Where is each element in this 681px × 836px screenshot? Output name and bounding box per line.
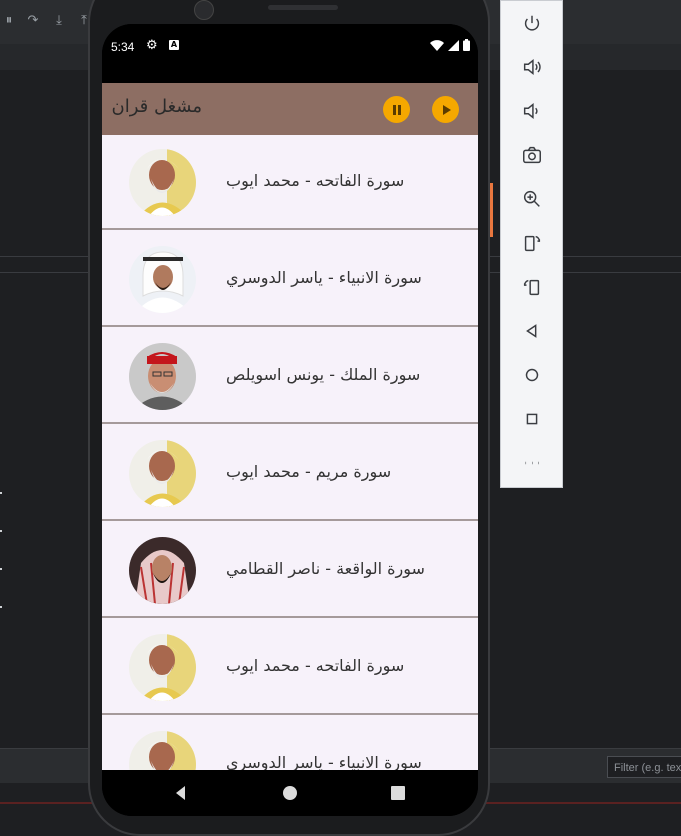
status-time: 5:34 [111, 40, 135, 54]
signal-icon [448, 39, 459, 51]
logcat-filter-input[interactable]: Filter (e.g. tex [607, 756, 681, 778]
ide-gutter-dot [0, 530, 2, 532]
ide-gutter-dot [0, 492, 2, 494]
ide-gutter-dot [0, 606, 2, 608]
pause-debug-icon[interactable]: ⏸ [2, 14, 16, 28]
settings-gear-icon: ⚙ [146, 38, 158, 53]
reciter-avatar [129, 343, 196, 410]
status-bar: 5:34 ⚙ A [102, 24, 478, 83]
nav-back-icon[interactable] [172, 784, 190, 802]
phone-screen: 5:34 ⚙ A مشغل قران سورة الفاتحه - محمد ا… [102, 24, 478, 816]
reciter-avatar [129, 440, 196, 507]
step-over-icon[interactable]: ↷ [26, 14, 40, 28]
step-into-icon[interactable]: ⤓ [52, 14, 66, 28]
reciter-avatar [129, 731, 196, 770]
reciter-avatar [129, 246, 196, 313]
track-list: سورة الفاتحه - محمد ايوب سورة الانبياء -… [102, 135, 478, 770]
track-label: سورة الفاتحه - محمد ايوب [226, 656, 405, 675]
back-icon[interactable] [517, 316, 547, 346]
overview-icon[interactable] [517, 404, 547, 434]
reciter-avatar [129, 634, 196, 701]
zoom-icon[interactable] [517, 184, 547, 214]
track-label: سورة الفاتحه - محمد ايوب [226, 171, 405, 190]
volume-down-icon[interactable] [517, 96, 547, 126]
nav-home-icon[interactable] [281, 784, 299, 802]
track-row[interactable]: سورة الفاتحه - محمد ايوب [102, 135, 478, 230]
play-button[interactable] [432, 96, 459, 123]
track-label: سورة الملك - يونس اسويلص [226, 365, 421, 384]
pause-icon [392, 104, 401, 115]
track-row[interactable]: سورة الانبياء - ياسر الدوسري [102, 232, 478, 327]
notification-a-icon: A [169, 40, 179, 50]
more-icon[interactable] [517, 448, 547, 478]
track-label: سورة الانبياء - ياسر الدوسري [226, 753, 422, 770]
rotate-right-icon[interactable] [517, 272, 547, 302]
track-row[interactable]: سورة الواقعة - ناصر القطامي [102, 523, 478, 618]
track-label: سورة الواقعة - ناصر القطامي [226, 559, 425, 578]
front-camera [194, 0, 214, 20]
reciter-avatar [129, 537, 196, 604]
track-row[interactable]: سورة الملك - يونس اسويلص [102, 329, 478, 424]
ide-scroll-marker [490, 183, 493, 237]
power-icon[interactable] [517, 9, 547, 39]
track-row[interactable]: سورة الانبياء - ياسر الدوسري [102, 717, 478, 770]
app-title: مشغل قران [111, 96, 203, 117]
speaker-grille [268, 5, 338, 10]
play-icon [442, 104, 451, 115]
emulator-toolbar [500, 0, 563, 488]
rotate-left-icon[interactable] [517, 228, 547, 258]
app-bar: مشغل قران [102, 83, 478, 135]
battery-icon [463, 39, 470, 51]
wifi-icon [430, 39, 444, 51]
home-icon[interactable] [517, 360, 547, 390]
android-nav-bar [102, 770, 478, 816]
track-row[interactable]: سورة مريم - محمد ايوب [102, 426, 478, 521]
ide-gutter-dot [0, 568, 2, 570]
pause-button[interactable] [383, 96, 410, 123]
track-row[interactable]: سورة الفاتحه - محمد ايوب [102, 620, 478, 715]
reciter-avatar [129, 149, 196, 216]
track-label: سورة مريم - محمد ايوب [226, 462, 392, 481]
volume-up-icon[interactable] [517, 52, 547, 82]
track-label: سورة الانبياء - ياسر الدوسري [226, 268, 422, 287]
nav-overview-icon[interactable] [389, 784, 407, 802]
camera-icon[interactable] [517, 140, 547, 170]
